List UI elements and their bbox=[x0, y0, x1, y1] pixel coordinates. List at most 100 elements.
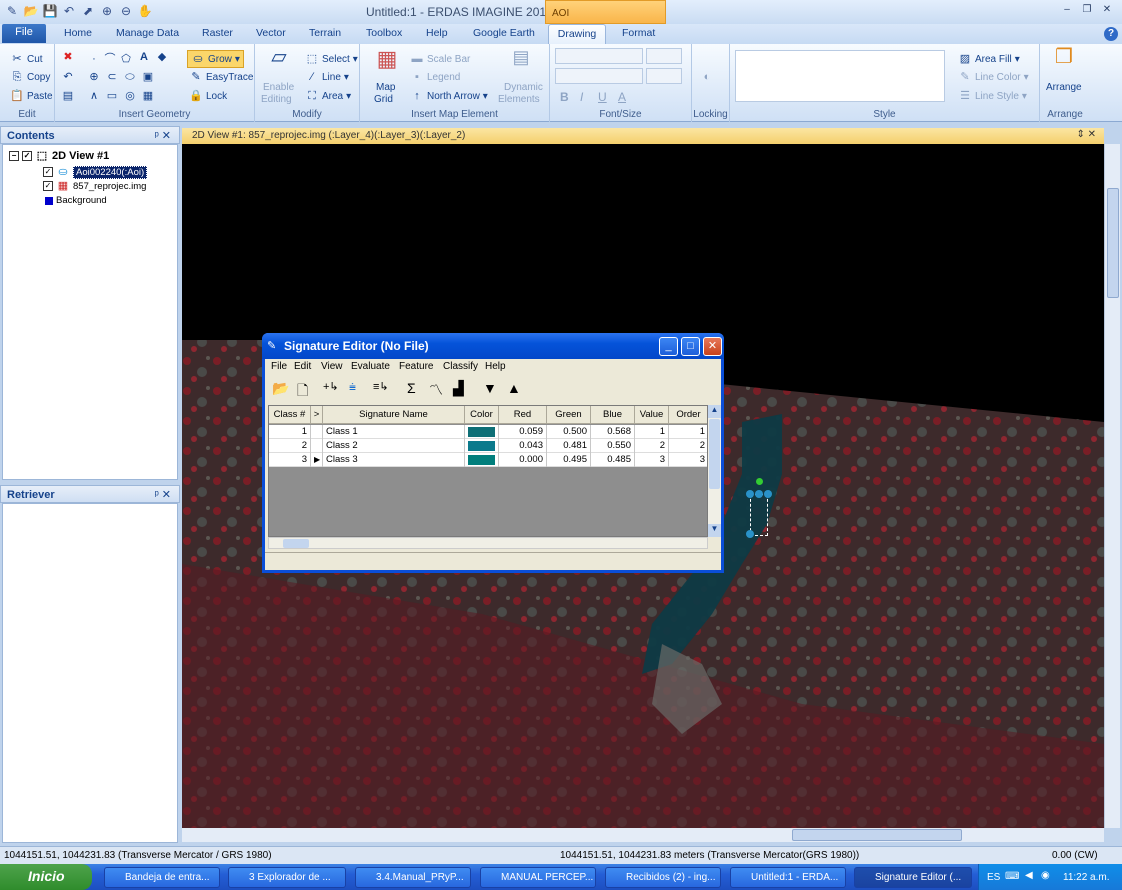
paste-special-icon[interactable]: ▤ bbox=[61, 89, 75, 103]
cell-value[interactable]: 1 bbox=[635, 425, 669, 439]
font-size-combo[interactable] bbox=[646, 48, 682, 64]
polyline-icon[interactable]: ∧ bbox=[87, 89, 101, 103]
rectangle-icon[interactable]: ▭ bbox=[105, 89, 119, 103]
cell-signature-name[interactable]: Class 3 bbox=[323, 453, 465, 467]
minimize-icon[interactable]: – bbox=[1060, 4, 1074, 18]
close-icon[interactable]: ✕ bbox=[703, 337, 722, 356]
arrange-button[interactable]: Arrange bbox=[1046, 82, 1082, 93]
menu-feature[interactable]: Feature bbox=[399, 361, 433, 372]
line-color-button[interactable]: ✎ Line Color ▾ bbox=[958, 70, 1028, 84]
arc-icon[interactable]: ⌒ bbox=[103, 52, 117, 66]
erdas-logo-icon[interactable]: ✎ bbox=[4, 3, 20, 19]
taskbar-item-manual-pryp[interactable]: 3.4.Manual_PRyP... bbox=[355, 867, 471, 888]
statistics-icon[interactable]: Σ bbox=[407, 380, 416, 396]
editing-label[interactable]: Editing bbox=[261, 94, 292, 105]
tab-raster[interactable]: Raster bbox=[202, 27, 233, 39]
tree-item-background[interactable]: Background bbox=[45, 195, 107, 206]
open-folder-icon[interactable]: 📂 bbox=[272, 380, 289, 397]
aoi-resize-handles[interactable] bbox=[746, 490, 772, 538]
font-color-button[interactable]: A bbox=[618, 90, 626, 104]
tree-item-aoi[interactable]: ✓ ⛀ Aoi002240(:Aoi) bbox=[43, 165, 148, 179]
menu-classify[interactable]: Classify bbox=[443, 361, 478, 372]
table-vscroll-thumb[interactable] bbox=[709, 419, 720, 489]
scroll-up-icon[interactable]: ▲ bbox=[708, 405, 721, 418]
tab-google-earth[interactable]: Google Earth bbox=[473, 27, 535, 39]
maximize-icon[interactable]: □ bbox=[681, 337, 700, 356]
select-arrow-icon[interactable]: ⬈ bbox=[80, 3, 96, 19]
color-swatch[interactable] bbox=[468, 441, 495, 451]
col-color[interactable]: Color bbox=[465, 406, 499, 424]
collapse-icon[interactable]: − bbox=[9, 151, 19, 161]
dynamic-label[interactable]: Dynamic bbox=[504, 82, 543, 93]
cell-red[interactable]: 0.000 bbox=[499, 453, 547, 467]
cell-color[interactable] bbox=[465, 439, 499, 453]
italic-button[interactable]: I bbox=[580, 90, 583, 104]
zoom-in-icon[interactable]: ⊕ bbox=[99, 3, 115, 19]
cell-order[interactable]: 2 bbox=[669, 439, 707, 453]
checkbox-icon[interactable]: ✓ bbox=[22, 151, 32, 161]
polygon-icon[interactable]: ⬠ bbox=[119, 52, 133, 66]
back-icon[interactable]: ◀ bbox=[1025, 870, 1033, 881]
font-scale-combo[interactable] bbox=[646, 68, 682, 84]
area-button[interactable]: ⛶ Area ▾ bbox=[305, 89, 351, 103]
cell-green[interactable]: 0.481 bbox=[547, 439, 591, 453]
line-style-button[interactable]: ☰ Line Style ▾ bbox=[958, 89, 1027, 103]
help-icon[interactable]: ? bbox=[1104, 27, 1118, 41]
tab-vector[interactable]: Vector bbox=[256, 27, 286, 39]
col-class-num[interactable]: Class # bbox=[269, 406, 311, 424]
color-swatch[interactable] bbox=[468, 455, 495, 465]
minimize-icon[interactable]: _ bbox=[659, 337, 678, 356]
rotate-handle-icon[interactable] bbox=[756, 478, 763, 485]
view-controls-icon[interactable]: ⇕ ✕ bbox=[1076, 129, 1096, 140]
select-button[interactable]: ⬚ Select ▾ bbox=[305, 52, 358, 66]
panel-pin-close-icon[interactable]: ᵖ ✕ bbox=[155, 129, 171, 142]
cell-value[interactable]: 2 bbox=[635, 439, 669, 453]
cell-red[interactable]: 0.043 bbox=[499, 439, 547, 453]
mean-plot-icon[interactable]: 〽 bbox=[429, 380, 443, 400]
style-gallery[interactable] bbox=[735, 50, 945, 102]
cell-red[interactable]: 0.059 bbox=[499, 425, 547, 439]
cell-color[interactable] bbox=[465, 425, 499, 439]
col-signature-name[interactable]: Signature Name bbox=[323, 406, 465, 424]
cell-blue[interactable]: 0.485 bbox=[591, 453, 635, 467]
tab-manage-data[interactable]: Manage Data bbox=[116, 27, 179, 39]
tab-home[interactable]: Home bbox=[64, 27, 92, 39]
checkbox-icon[interactable]: ✓ bbox=[43, 181, 53, 191]
cell-signature-name[interactable]: Class 1 bbox=[323, 425, 465, 439]
line-button[interactable]: ∕ Line ▾ bbox=[305, 70, 349, 84]
table-row[interactable]: 2 Class 2 0.043 0.481 0.550 2 2 bbox=[269, 439, 707, 453]
checkbox-icon[interactable]: ✓ bbox=[43, 167, 53, 177]
text-icon[interactable]: A bbox=[137, 50, 151, 64]
horizontal-scroll-thumb[interactable] bbox=[792, 829, 962, 841]
menu-file[interactable]: File bbox=[271, 361, 287, 372]
restore-icon[interactable]: ❐ bbox=[1080, 4, 1094, 18]
cell-value[interactable]: 3 bbox=[635, 453, 669, 467]
table-row[interactable]: 1 Class 1 0.059 0.500 0.568 1 1 bbox=[269, 425, 707, 439]
crosshair-icon[interactable]: ⊕ bbox=[87, 70, 101, 84]
tab-file[interactable]: File bbox=[2, 24, 46, 43]
col-red[interactable]: Red bbox=[499, 406, 547, 424]
image-icon[interactable]: ▣ bbox=[141, 70, 155, 84]
taskbar-item-mail[interactable]: Bandeja de entra... bbox=[104, 867, 220, 888]
north-arrow-button[interactable]: ↑ North Arrow ▾ bbox=[410, 89, 488, 103]
table-row[interactable]: 3 ▶ Class 3 0.000 0.495 0.485 3 3 bbox=[269, 453, 707, 467]
menu-help[interactable]: Help bbox=[485, 361, 506, 372]
ellipse-icon[interactable]: ⬭ bbox=[123, 70, 137, 84]
tree-root[interactable]: − ✓ ⬚ 2D View #1 bbox=[9, 149, 109, 163]
grow-button[interactable]: ⛀ Grow ▾ bbox=[187, 50, 244, 68]
cell-green[interactable]: 0.495 bbox=[547, 453, 591, 467]
cell-signature-name[interactable]: Class 2 bbox=[323, 439, 465, 453]
point-icon[interactable]: · bbox=[87, 52, 101, 66]
pan-icon[interactable]: ✋ bbox=[137, 3, 153, 19]
col-marker[interactable]: > bbox=[311, 406, 323, 424]
panel-pin-close-icon[interactable]: ᵖ ✕ bbox=[155, 488, 171, 501]
grid-icon[interactable]: ▦ bbox=[141, 89, 155, 103]
table-hscroll-thumb[interactable] bbox=[283, 539, 309, 548]
locking-icon[interactable]: ◐ bbox=[700, 70, 714, 84]
move-down-icon[interactable]: ▼ bbox=[483, 380, 497, 396]
map-label[interactable]: Map bbox=[376, 82, 395, 93]
view-vertical-scrollbar[interactable] bbox=[1104, 144, 1120, 828]
tab-format[interactable]: Format bbox=[622, 27, 655, 39]
paste-button[interactable]: 📋 Paste bbox=[10, 89, 52, 103]
table-vertical-scrollbar[interactable]: ▲ ▼ bbox=[708, 405, 721, 537]
